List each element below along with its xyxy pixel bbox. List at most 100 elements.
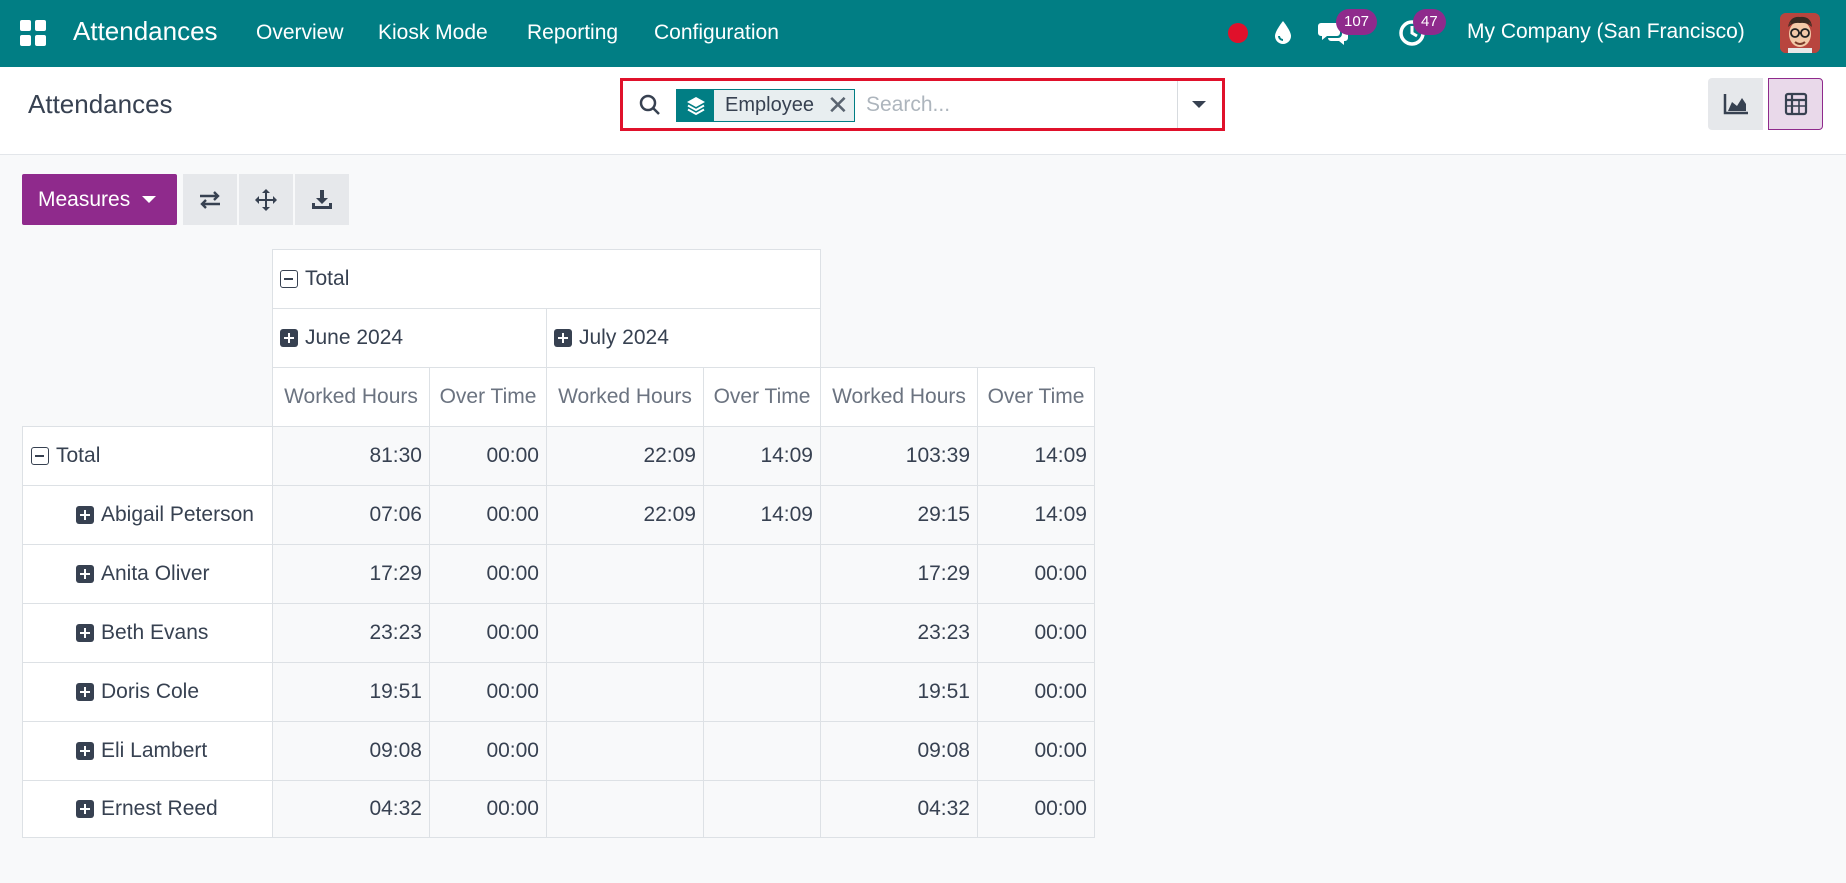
menu-configuration[interactable]: Configuration (654, 21, 779, 45)
expand-arrows-icon (255, 188, 277, 211)
pivot-cell[interactable]: 04:32 (820, 780, 978, 838)
measure-header[interactable]: Worked Hours (272, 367, 430, 427)
search-icon[interactable] (638, 93, 662, 122)
row-header-label: Eli Lambert (101, 739, 208, 762)
row-header-employee[interactable]: Anita Oliver (22, 544, 273, 604)
row-header-employee[interactable]: Beth Evans (22, 603, 273, 663)
expand-plus-icon (76, 742, 94, 760)
pivot-cell[interactable]: 00:00 (977, 603, 1095, 663)
pivot-cell[interactable] (703, 603, 821, 663)
pivot-cell[interactable]: 00:00 (977, 780, 1095, 838)
pivot-cell[interactable]: 04:32 (272, 780, 430, 838)
group-by-layers-icon (677, 90, 714, 121)
area-chart-icon (1723, 94, 1748, 115)
pivot-cell[interactable]: 00:00 (429, 603, 547, 663)
pivot-cell[interactable]: 07:06 (272, 485, 430, 545)
pivot-cell[interactable]: 00:00 (977, 662, 1095, 722)
row-header-label: Doris Cole (101, 680, 200, 703)
measure-header[interactable]: Over Time (429, 367, 547, 427)
row-header-employee[interactable]: Eli Lambert (22, 721, 273, 781)
column-group-label: June 2024 (305, 326, 404, 349)
measures-label: Measures (38, 187, 131, 211)
pivot-cell[interactable]: 00:00 (977, 721, 1095, 781)
pivot-cell[interactable] (703, 780, 821, 838)
flip-axis-icon (200, 190, 220, 209)
measure-header[interactable]: Worked Hours (546, 367, 704, 427)
drop-icon[interactable] (1272, 19, 1294, 50)
pivot-cell[interactable]: 09:08 (820, 721, 978, 781)
control-panel: Attendances Employee ✕ (0, 67, 1846, 155)
search-facet-label: Employee (714, 90, 822, 121)
measure-header[interactable]: Over Time (977, 367, 1095, 427)
page-title: Attendances (28, 89, 173, 119)
pivot-cell[interactable]: 29:15 (820, 485, 978, 545)
row-header-employee[interactable]: Doris Cole (22, 662, 273, 722)
row-header-label: Anita Oliver (101, 562, 210, 585)
pivot-cell[interactable] (546, 780, 704, 838)
pivot-cell[interactable]: 00:00 (977, 544, 1095, 604)
pivot-cell[interactable] (546, 544, 704, 604)
pivot-cell[interactable]: 22:09 (546, 426, 704, 486)
row-header-employee[interactable]: Ernest Reed (22, 780, 273, 838)
app-menu-grid-icon[interactable] (20, 20, 46, 46)
measure-header[interactable]: Over Time (703, 367, 821, 427)
pivot-cell[interactable] (703, 662, 821, 722)
search-facet-group-by[interactable]: Employee ✕ (676, 89, 855, 122)
pivot-cell[interactable]: 103:39 (820, 426, 978, 486)
pivot-cell[interactable] (703, 721, 821, 781)
graph-view-button[interactable] (1708, 78, 1763, 130)
column-header-group[interactable]: July 2024 (546, 308, 821, 368)
facet-remove-close-icon[interactable]: ✕ (821, 90, 854, 121)
column-header-total[interactable]: Total (272, 249, 821, 309)
column-header-group[interactable]: June 2024 (272, 308, 547, 368)
app-name[interactable]: Attendances (73, 16, 218, 47)
pivot-cell[interactable]: 17:29 (820, 544, 978, 604)
search-bar[interactable]: Employee ✕ (620, 78, 1225, 131)
pivot-cell[interactable]: 00:00 (429, 780, 547, 838)
expand-plus-icon (76, 624, 94, 642)
pivot-cell[interactable]: 00:00 (429, 544, 547, 604)
pivot-cell[interactable]: 23:23 (820, 603, 978, 663)
expand-all-button[interactable] (239, 174, 293, 225)
row-header-employee[interactable]: Abigail Peterson (22, 485, 273, 545)
pivot-view-button[interactable] (1768, 78, 1823, 130)
pivot-cell[interactable]: 14:09 (977, 426, 1095, 486)
pivot-cell[interactable]: 17:29 (272, 544, 430, 604)
pivot-cell[interactable]: 19:51 (272, 662, 430, 722)
pivot-cell[interactable]: 00:00 (429, 721, 547, 781)
pivot-cell[interactable]: 19:51 (820, 662, 978, 722)
download-xlsx-button[interactable] (295, 174, 349, 225)
expand-plus-icon (76, 506, 94, 524)
menu-reporting[interactable]: Reporting (527, 21, 618, 45)
pivot-cell[interactable]: 14:09 (703, 485, 821, 545)
recording-dot-icon[interactable] (1228, 23, 1248, 43)
pivot-cell[interactable]: 22:09 (546, 485, 704, 545)
menu-overview[interactable]: Overview (256, 21, 344, 45)
pivot-cell[interactable]: 00:00 (429, 662, 547, 722)
pivot-cell[interactable]: 14:09 (977, 485, 1095, 545)
measures-dropdown-button[interactable]: Measures (22, 174, 177, 225)
caret-down-icon (1191, 101, 1206, 108)
pivot-cell[interactable]: 14:09 (703, 426, 821, 486)
search-input[interactable] (866, 88, 1166, 121)
pivot-cell[interactable]: 00:00 (429, 485, 547, 545)
search-options-toggle[interactable] (1178, 84, 1219, 125)
pivot-cell[interactable] (546, 603, 704, 663)
pivot-cell[interactable] (703, 544, 821, 604)
top-navbar: Attendances Overview Kiosk Mode Reportin… (0, 0, 1846, 67)
row-header-label: Total (56, 444, 101, 467)
user-avatar[interactable] (1780, 13, 1820, 53)
measure-header[interactable]: Worked Hours (820, 367, 978, 427)
pivot-cell[interactable]: 23:23 (272, 603, 430, 663)
row-header-total[interactable]: Total (22, 426, 273, 486)
menu-kiosk-mode[interactable]: Kiosk Mode (378, 21, 488, 45)
company-switcher[interactable]: My Company (San Francisco) (1467, 20, 1745, 44)
pivot-cell[interactable] (546, 662, 704, 722)
collapse-minus-icon (31, 447, 49, 465)
pivot-cell[interactable]: 09:08 (272, 721, 430, 781)
pivot-cell[interactable]: 81:30 (272, 426, 430, 486)
pivot-cell[interactable]: 00:00 (429, 426, 547, 486)
expand-plus-icon (76, 565, 94, 583)
flip-axis-button[interactable] (183, 174, 237, 225)
pivot-cell[interactable] (546, 721, 704, 781)
